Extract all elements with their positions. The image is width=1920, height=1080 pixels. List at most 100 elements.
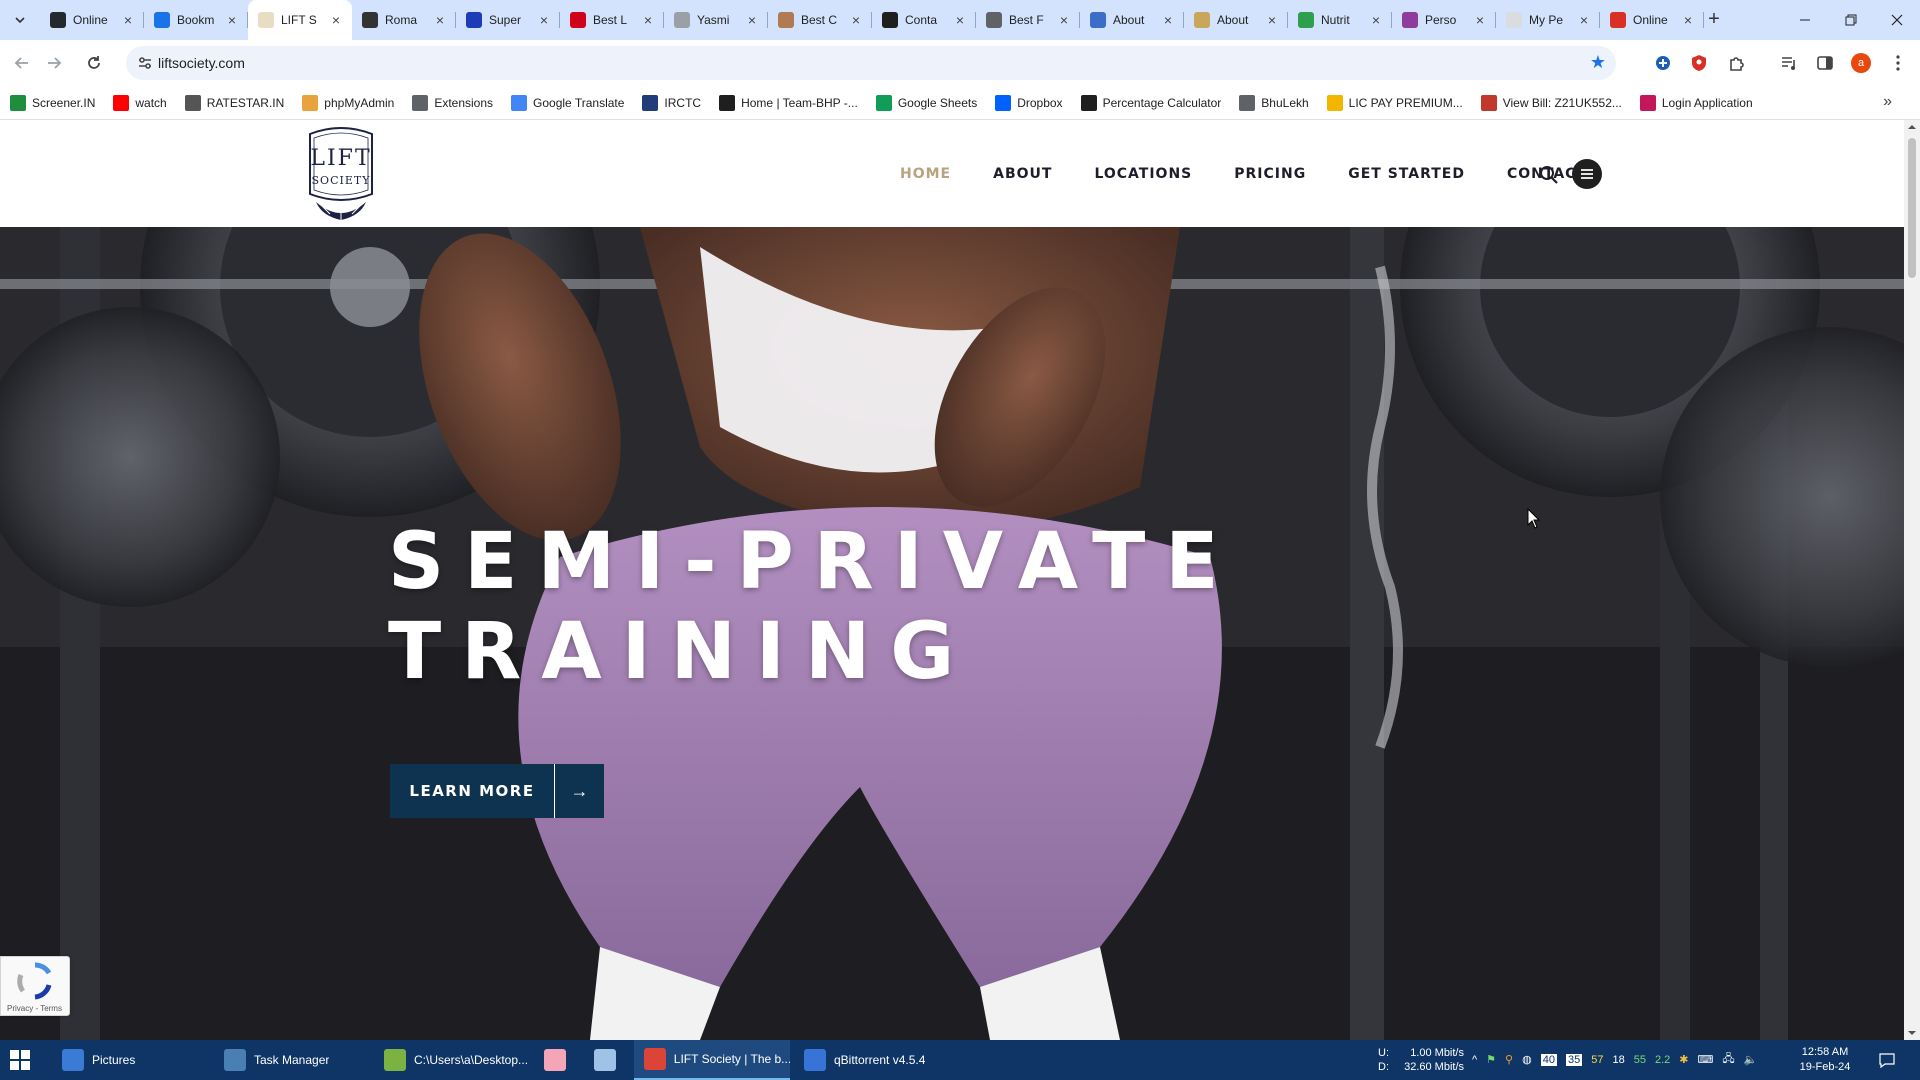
keyboard-tray-icon[interactable]: ⌨: [1697, 1053, 1713, 1066]
nav-link-about[interactable]: ABOUT: [993, 166, 1052, 182]
recaptcha-badge[interactable]: Privacy - Terms: [0, 956, 70, 1016]
nav-link-home[interactable]: HOME: [900, 166, 951, 182]
bookmark-item[interactable]: watch: [113, 94, 167, 111]
tab-close-icon[interactable]: ×: [1368, 12, 1384, 28]
bookmark-item[interactable]: Google Sheets: [875, 94, 977, 111]
bookmark-item[interactable]: RATESTAR.IN: [184, 94, 284, 111]
lift-society-logo[interactable]: LIFT SOCIETY: [300, 124, 382, 226]
learn-more-button[interactable]: LEARN MORE →: [390, 764, 604, 818]
bookmark-item[interactable]: phpMyAdmin: [302, 94, 394, 111]
scroll-up-icon[interactable]: [1904, 120, 1920, 134]
extensions-puzzle-icon[interactable]: [1727, 53, 1747, 73]
bookmark-item[interactable]: Login Application: [1639, 94, 1753, 111]
taskbar-app[interactable]: Pictures: [52, 1040, 210, 1080]
browser-tab[interactable]: Best C ×: [768, 0, 872, 40]
taskbar-app[interactable]: C:\Users\a\Desktop...: [374, 1040, 530, 1080]
volume-tray-icon[interactable]: 🔈: [1744, 1053, 1758, 1066]
bookmarks-overflow-icon[interactable]: »: [1883, 93, 1892, 111]
search-icon[interactable]: [1538, 164, 1560, 186]
browser-tab[interactable]: Online ×: [1600, 0, 1704, 40]
bookmark-item[interactable]: Google Translate: [511, 94, 624, 111]
close-window-button[interactable]: [1874, 0, 1920, 40]
taskbar-app[interactable]: qBittorrent v4.5.4: [794, 1040, 944, 1080]
forward-button[interactable]: [40, 49, 68, 77]
address-bar[interactable]: liftsociety.com ★: [126, 46, 1616, 80]
bookmark-item[interactable]: BhuLekh: [1239, 94, 1309, 111]
back-button[interactable]: [8, 49, 36, 77]
extension-blocker-icon[interactable]: [1653, 53, 1673, 73]
network-tray-icon[interactable]: 🖧: [1722, 1050, 1734, 1069]
browser-tab[interactable]: About ×: [1080, 0, 1184, 40]
tab-close-icon[interactable]: ×: [744, 12, 760, 28]
taskbar-app[interactable]: LIFT Society | The b...: [634, 1040, 790, 1080]
taskbar-app[interactable]: [584, 1040, 630, 1080]
color-tray-icon[interactable]: ✱: [1679, 1053, 1688, 1066]
restore-button[interactable]: [1828, 0, 1874, 40]
browser-tab[interactable]: Best F ×: [976, 0, 1080, 40]
bookmark-star-icon[interactable]: ★: [1590, 52, 1606, 73]
taskbar-app[interactable]: [534, 1040, 580, 1080]
tab-close-icon[interactable]: ×: [1264, 12, 1280, 28]
tab-close-icon[interactable]: ×: [536, 12, 552, 28]
media-control-icon[interactable]: [1779, 53, 1799, 73]
browser-tab[interactable]: Online ×: [40, 0, 144, 40]
tab-close-icon[interactable]: ×: [1576, 12, 1592, 28]
browser-tab[interactable]: About ×: [1184, 0, 1288, 40]
bookmark-item[interactable]: Screener.IN: [10, 94, 95, 111]
recaptcha-terms[interactable]: Privacy - Terms: [7, 1004, 62, 1013]
tab-close-icon[interactable]: ×: [1056, 12, 1072, 28]
tab-close-icon[interactable]: ×: [1160, 12, 1176, 28]
nav-link-get-started[interactable]: GET STARTED: [1348, 166, 1465, 182]
tab-close-icon[interactable]: ×: [952, 12, 968, 28]
extension-shield-icon[interactable]: [1689, 53, 1709, 73]
scrollbar-thumb[interactable]: [1908, 138, 1916, 278]
temp-tray-icon-a[interactable]: 40: [1540, 1053, 1557, 1066]
notification-center-icon[interactable]: [1878, 1051, 1896, 1069]
url-text[interactable]: liftsociety.com: [158, 55, 245, 71]
chevron-up-icon[interactable]: ^: [1472, 1054, 1477, 1066]
minimize-button[interactable]: [1782, 0, 1828, 40]
browser-tab[interactable]: Roma ×: [352, 0, 456, 40]
bookmark-item[interactable]: LIC PAY PREMIUM...: [1326, 94, 1463, 111]
tab-close-icon[interactable]: ×: [224, 12, 240, 28]
flag-tray-icon[interactable]: ⚑: [1486, 1053, 1496, 1066]
bookmark-item[interactable]: View Bill: Z21UK552...: [1480, 94, 1622, 111]
browser-tab[interactable]: Best L ×: [560, 0, 664, 40]
globe-tray-icon[interactable]: ◍: [1522, 1053, 1532, 1066]
taskbar-clock[interactable]: 12:58 AM 19-Feb-24: [1790, 1045, 1860, 1075]
taskbar-app[interactable]: Task Manager: [214, 1040, 370, 1080]
search-tray-icon[interactable]: ⚲: [1505, 1053, 1513, 1066]
tab-close-icon[interactable]: ×: [640, 12, 656, 28]
tab-close-icon[interactable]: ×: [328, 12, 344, 28]
bookmark-item[interactable]: Dropbox: [995, 94, 1063, 111]
tab-close-icon[interactable]: ×: [848, 12, 864, 28]
browser-tab[interactable]: LIFT S ×: [248, 0, 352, 40]
profile-avatar[interactable]: a: [1851, 53, 1871, 73]
bookmark-item[interactable]: Percentage Calculator: [1080, 94, 1221, 111]
tab-close-icon[interactable]: ×: [1680, 12, 1696, 28]
side-panel-icon[interactable]: [1815, 53, 1835, 73]
bookmark-item[interactable]: IRCTC: [642, 94, 701, 111]
nav-link-locations[interactable]: LOCATIONS: [1094, 166, 1192, 182]
more-menu-icon[interactable]: [1888, 53, 1908, 73]
page-scrollbar[interactable]: [1904, 120, 1920, 1040]
nav-link-pricing[interactable]: PRICING: [1234, 166, 1306, 182]
tab-close-icon[interactable]: ×: [432, 12, 448, 28]
browser-tab[interactable]: Super ×: [456, 0, 560, 40]
tab-search-button[interactable]: [8, 8, 32, 32]
hamburger-menu-button[interactable]: [1572, 159, 1602, 189]
tab-close-icon[interactable]: ×: [120, 12, 136, 28]
browser-tab[interactable]: Bookm ×: [144, 0, 248, 40]
browser-tab[interactable]: Perso ×: [1392, 0, 1496, 40]
site-info-icon[interactable]: [136, 54, 154, 72]
reload-button[interactable]: [80, 49, 108, 77]
bookmark-item[interactable]: Home | Team-BHP -...: [719, 94, 858, 111]
tab-close-icon[interactable]: ×: [1472, 12, 1488, 28]
scroll-down-icon[interactable]: [1904, 1026, 1920, 1040]
windows-start-icon[interactable]: [10, 1050, 30, 1070]
browser-tab[interactable]: Nutrit ×: [1288, 0, 1392, 40]
new-tab-button[interactable]: +: [1700, 8, 1728, 32]
browser-tab[interactable]: My Pe ×: [1496, 0, 1600, 40]
browser-tab[interactable]: Yasmi ×: [664, 0, 768, 40]
temp-tray-icon-b[interactable]: 35: [1565, 1053, 1583, 1066]
